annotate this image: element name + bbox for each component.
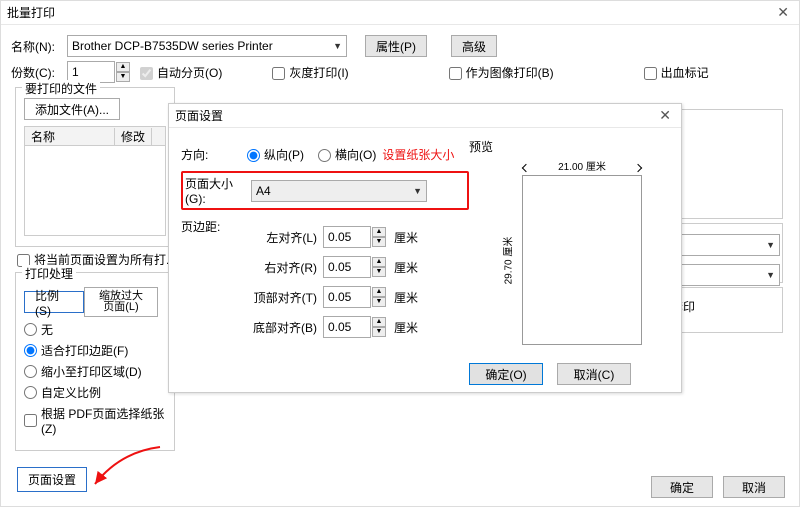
files-legend: 要打印的文件 [22,80,100,97]
annotation-text: 设置纸张大小 [382,146,454,163]
main-title: 批量打印 [7,4,55,21]
name-label: 名称(N): [11,38,63,55]
grayscale-checkbox[interactable]: 灰度打印(I) [272,64,348,81]
margin-bottom-stepper[interactable]: 0.05▲▼ [323,316,386,338]
size-highlight: 页面大小(G): A4 ▼ [181,171,469,210]
dim-height: 29.70 厘米 [497,176,517,344]
col-name[interactable]: 名称 [25,128,115,145]
chevron-down-icon: ▼ [333,41,342,51]
radio-custom[interactable]: 自定义比例 [24,384,166,401]
radio-portrait[interactable]: 纵向(P) [247,146,304,163]
process-group: 打印处理 比例(S) 缩放过大页面(L) 无 适合打印边距(F) 缩小至打印区域… [15,272,175,451]
fit-page-button[interactable]: 缩放过大页面(L) [84,287,158,317]
preview-label: 预览 [469,140,493,154]
main-cancel-button[interactable]: 取消 [723,476,785,498]
collate-checkbox[interactable]: 自动分页(O) [140,64,222,81]
margin-top-stepper[interactable]: 0.05▲▼ [323,286,386,308]
files-group: 要打印的文件 添加文件(A)... 名称 修改 [15,87,175,247]
page-size-label: 页面大小(G): [185,175,251,206]
process-legend: 打印处理 [22,265,76,282]
main-ok-button[interactable]: 确定 [651,476,713,498]
margin-top-label: 顶部对齐(T) [247,289,317,306]
dlg-titlebar: 页面设置 ✕ [169,104,681,128]
dlg-cancel-button[interactable]: 取消(C) [557,363,631,385]
as-image-checkbox[interactable]: 作为图像打印(B) [449,64,554,81]
page-size-select[interactable]: A4 ▼ [251,180,427,202]
main-titlebar: 批量打印 ✕ [1,1,799,25]
printer-value: Brother DCP-B7535DW series Printer [72,39,273,53]
stepper-up-icon[interactable]: ▲ [116,62,130,72]
radio-shrink[interactable]: 缩小至打印区域(D) [24,363,166,380]
radio-fit-margin[interactable]: 适合打印边距(F) [24,342,166,359]
margin-right-label: 右对齐(R) [247,259,317,276]
preview-page: 21.00 厘米 29.70 厘米 [522,175,642,345]
dlg-title: 页面设置 [175,107,223,124]
dim-width: 21.00 厘米 [523,158,641,173]
add-file-button[interactable]: 添加文件(A)... [24,98,120,120]
properties-button[interactable]: 属性(P) [365,35,427,57]
scale-button[interactable]: 比例(S) [24,291,84,313]
close-icon[interactable]: ✕ [773,4,793,21]
copies-label: 份数(C): [11,64,63,81]
pdf-paper-checkbox[interactable]: 根据 PDF页面选择纸张(Z) [24,405,166,436]
margin-bottom-label: 底部对齐(B) [247,319,317,336]
radio-none[interactable]: 无 [24,321,166,338]
margin-label: 页边距: [181,218,247,235]
page-size-value: A4 [256,184,271,198]
chevron-down-icon: ▼ [413,186,422,196]
radio-landscape[interactable]: 横向(O) [318,146,376,163]
printer-select[interactable]: Brother DCP-B7535DW series Printer ▼ [67,35,347,57]
dlg-close-icon[interactable]: ✕ [655,107,675,124]
margin-left-label: 左对齐(L) [247,229,317,246]
dlg-ok-button[interactable]: 确定(O) [469,363,543,385]
bleed-checkbox[interactable]: 出血标记 [644,64,709,81]
col-mod[interactable]: 修改 [115,128,152,145]
advanced-button[interactable]: 高级 [451,35,497,57]
page-setup-dialog: 页面设置 ✕ 方向: 纵向(P) 横向(O) 设置纸张大小 页面大小(G): A… [168,103,682,393]
stepper-down-icon[interactable]: ▼ [116,72,130,82]
orientation-label: 方向: [181,146,247,163]
file-list-header: 名称 修改 [24,126,166,146]
page-setup-button[interactable]: 页面设置 [17,467,87,492]
margin-right-stepper[interactable]: 0.05▲▼ [323,256,386,278]
margin-left-stepper[interactable]: 0.05▲▼ [323,226,386,248]
file-list[interactable] [24,146,166,236]
unit-label: 厘米 [394,229,418,246]
